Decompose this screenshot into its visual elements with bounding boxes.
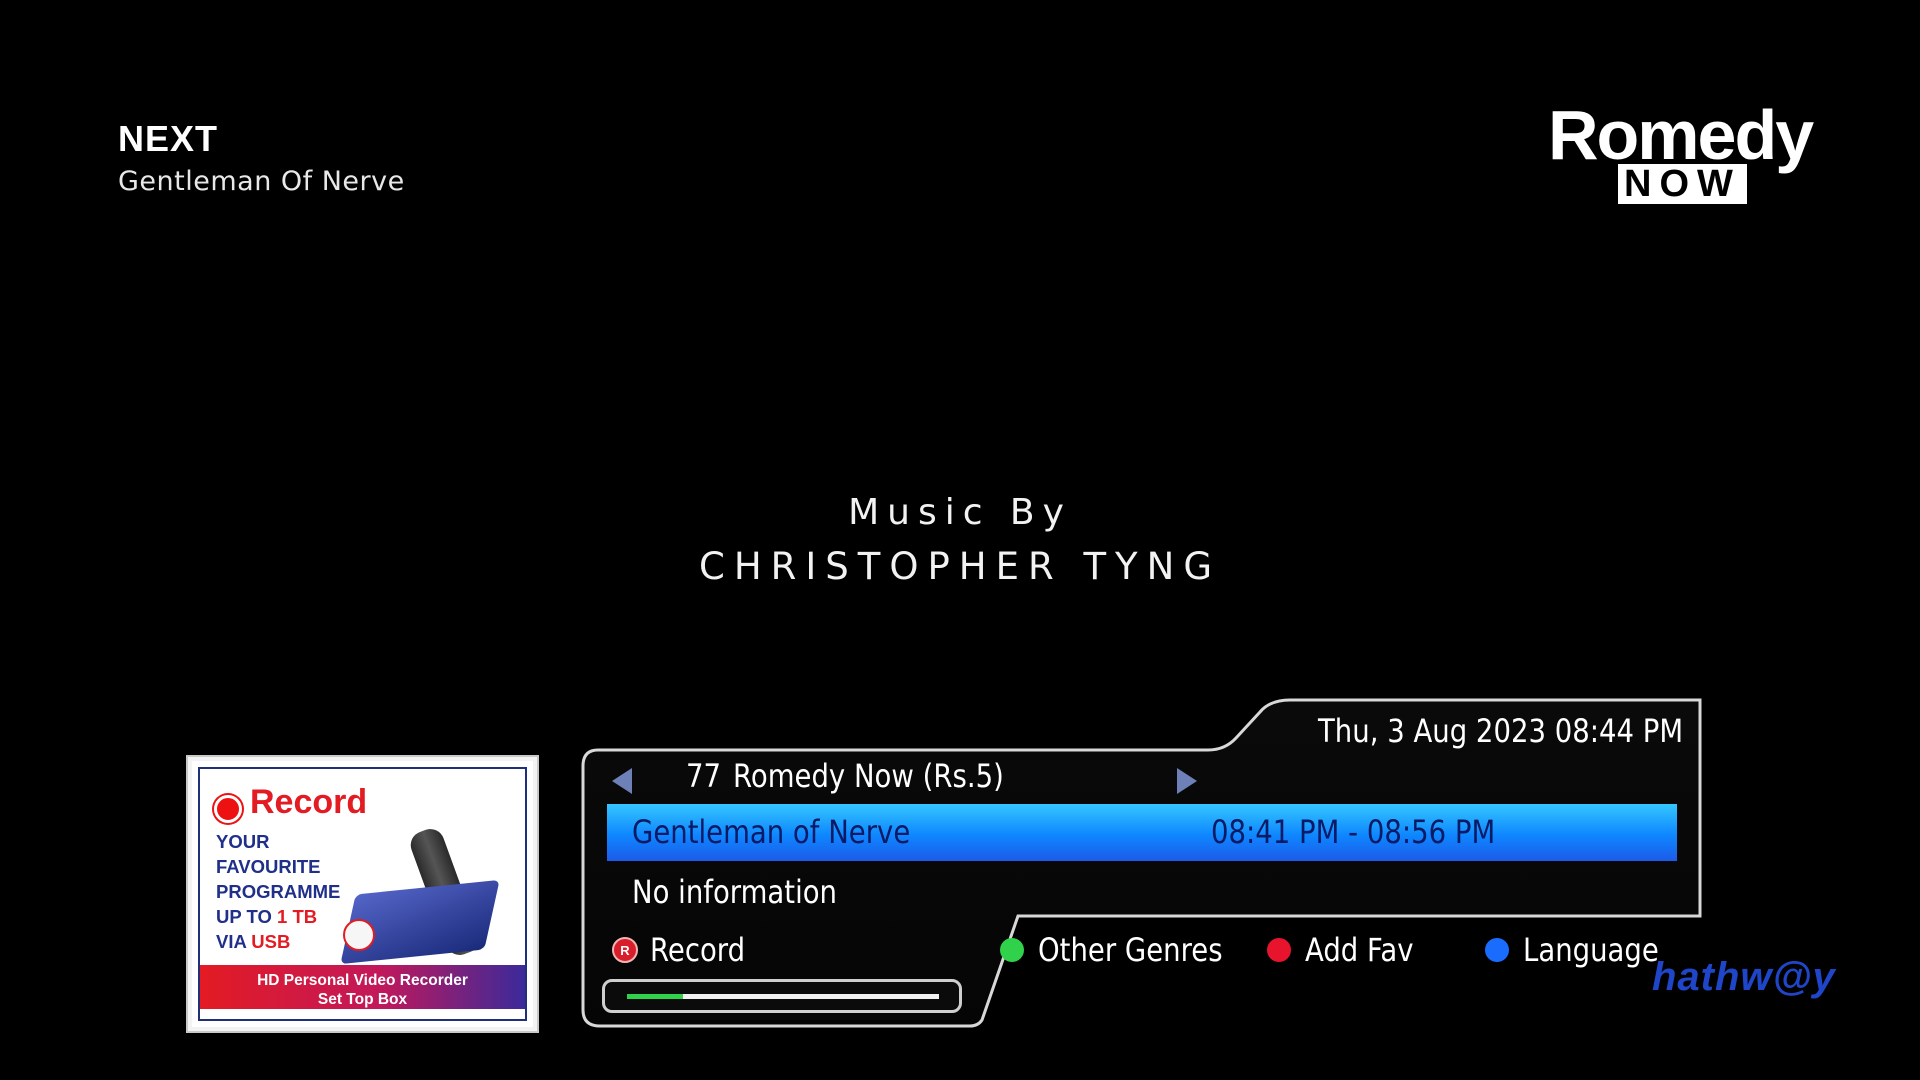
add-fav-legend[interactable]: Add Fav — [1267, 930, 1431, 970]
program-time: 08:41 PM - 08:56 PM — [1211, 813, 1496, 851]
record-label: Record — [650, 931, 746, 969]
language-label: Language — [1523, 931, 1659, 969]
program-title: Gentleman of Nerve — [632, 813, 911, 851]
green-button-icon — [1000, 938, 1024, 962]
progress-track — [627, 994, 939, 999]
add-fav-label: Add Fav — [1305, 931, 1414, 969]
channel-name: Romedy Now (Rs.5) — [733, 757, 1004, 795]
other-genres-label: Other Genres — [1038, 931, 1223, 969]
record-button-icon: R — [612, 937, 638, 963]
program-progress-bar — [602, 979, 962, 1013]
previous-channel-arrow-icon[interactable] — [612, 768, 632, 794]
current-program-row[interactable]: Gentleman of Nerve 08:41 PM - 08:56 PM — [607, 804, 1677, 861]
record-badge-text: R — [620, 942, 630, 958]
other-genres-legend[interactable]: Other Genres — [1000, 930, 1253, 970]
progress-fill — [627, 994, 684, 999]
program-info: No information — [632, 873, 838, 911]
record-legend[interactable]: R Record — [612, 930, 761, 970]
next-channel-arrow-icon[interactable] — [1177, 768, 1197, 794]
blue-button-icon — [1485, 938, 1509, 962]
current-datetime: Thu, 3 Aug 2023 08:44 PM — [1318, 712, 1684, 750]
channel-number: 77 — [686, 757, 722, 795]
red-button-icon — [1267, 938, 1291, 962]
provider-logo: hathw@y — [1652, 955, 1836, 999]
info-panel-frame — [581, 698, 1702, 1028]
